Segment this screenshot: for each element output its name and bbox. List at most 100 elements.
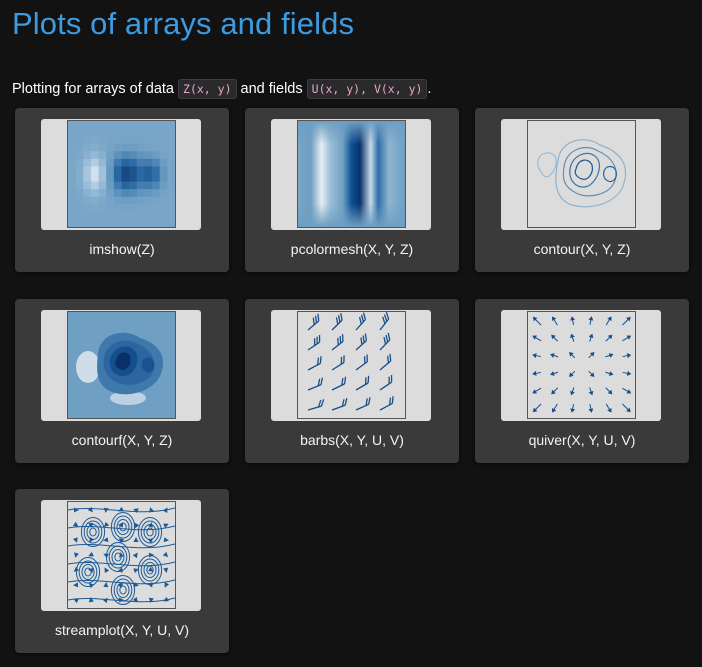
- imshow-pixel: [159, 204, 168, 213]
- imshow-pixel: [90, 136, 100, 145]
- imshow-pixel: [106, 158, 115, 167]
- caption-contour[interactable]: contour(X, Y, Z): [475, 241, 689, 257]
- caption-contourf[interactable]: contourf(X, Y, Z): [15, 432, 229, 448]
- thumbnail-barbs[interactable]: [271, 310, 431, 421]
- imshow-pixel: [167, 143, 175, 152]
- quiver-arrow: [552, 316, 558, 326]
- caption-barbs[interactable]: barbs(X, Y, U, V): [245, 432, 459, 448]
- stream-arrow: [163, 537, 169, 543]
- imshow-pixel: [152, 158, 161, 167]
- barbs-field: [307, 312, 394, 411]
- imshow-pixel: [106, 143, 115, 152]
- quiver-arrow: [551, 334, 559, 342]
- imshow-pixel: [167, 121, 175, 130]
- thumbnail-quiver[interactable]: [501, 310, 661, 421]
- imshow-pixel: [75, 211, 84, 220]
- imshow-pixel: [68, 211, 77, 220]
- imshow-pixel: [136, 151, 145, 160]
- imshow-pixel: [121, 128, 130, 137]
- imshow-pixel: [83, 181, 92, 190]
- imshow-pixel: [144, 128, 153, 137]
- imshow-pixel: [129, 189, 138, 198]
- imshow-pixel: [83, 211, 92, 220]
- imshow-pixel: [152, 196, 161, 205]
- imshow-pixel: [136, 166, 145, 175]
- quiver-arrow: [550, 353, 559, 358]
- gallery-card-barbs[interactable]: barbs(X, Y, U, V): [245, 299, 459, 463]
- imshow-pixel: [68, 136, 77, 145]
- barb: [307, 399, 325, 411]
- imshow-pixel: [83, 143, 92, 152]
- imshow-pixel: [75, 204, 84, 213]
- thumbnail-contour[interactable]: [501, 119, 661, 230]
- streamline: [75, 557, 101, 587]
- barbs-plot: [297, 311, 406, 419]
- quiver-arrow: [532, 335, 542, 342]
- imshow-pixel: [136, 121, 145, 130]
- imshow-pixel: [121, 181, 130, 190]
- imshow-pixel: [159, 128, 168, 137]
- imshow-pixel: [106, 189, 115, 198]
- gallery-card-contour[interactable]: contour(X, Y, Z): [475, 108, 689, 272]
- code-z: Z(x, y): [178, 78, 237, 99]
- thumbnail-imshow[interactable]: [41, 119, 201, 230]
- imshow-pixel: [152, 143, 161, 152]
- quiver-arrow: [532, 353, 541, 359]
- imshow-pixel: [129, 151, 138, 160]
- caption-pcolormesh[interactable]: pcolormesh(X, Y, Z): [245, 241, 459, 257]
- imshow-pixel: [121, 174, 130, 183]
- imshow-pixel: [159, 211, 168, 220]
- imshow-pixel: [129, 204, 138, 213]
- imshow-pixel: [167, 196, 175, 205]
- imshow-pixel: [83, 136, 92, 145]
- contour-lines: [537, 139, 627, 208]
- imshow-pixel: [152, 151, 161, 160]
- gallery-card-streamplot[interactable]: streamplot(X, Y, U, V): [15, 489, 229, 653]
- thumbnail-pcolormesh[interactable]: [271, 119, 431, 230]
- gallery-card-contourf[interactable]: contourf(X, Y, Z): [15, 299, 229, 463]
- thumbnail-streamplot[interactable]: [41, 500, 201, 611]
- imshow-pixel: [68, 143, 77, 152]
- streamline: [111, 549, 125, 565]
- imshow-pixel: [68, 174, 77, 183]
- streamline: [68, 543, 175, 549]
- imshow-pixel: [83, 166, 92, 175]
- imshow-pixel: [129, 128, 138, 137]
- imshow-pixel: [121, 189, 130, 198]
- gallery-card-imshow[interactable]: imshow(Z): [15, 108, 229, 272]
- imshow-pixel: [113, 121, 122, 130]
- imshow-pixel: [136, 174, 145, 183]
- caption-imshow[interactable]: imshow(Z): [15, 241, 229, 257]
- caption-quiver[interactable]: quiver(X, Y, U, V): [475, 432, 689, 448]
- stream-arrow: [118, 522, 124, 528]
- imshow-pixel: [129, 196, 138, 205]
- imshow-pixel: [152, 128, 161, 137]
- imshow-pixel: [68, 196, 77, 205]
- imshow-pixel: [136, 211, 145, 220]
- gallery-card-quiver[interactable]: quiver(X, Y, U, V): [475, 299, 689, 463]
- imshow-pixel: [129, 121, 138, 130]
- barb: [307, 356, 322, 371]
- imshow-pixel: [167, 204, 175, 213]
- quiver-arrow: [588, 352, 595, 359]
- thumbnail-contourf[interactable]: [41, 310, 201, 421]
- imshow-pixel: [83, 196, 92, 205]
- imshow-pixel: [75, 174, 84, 183]
- streamline: [137, 517, 163, 547]
- gallery-card-pcolormesh[interactable]: pcolormesh(X, Y, Z): [245, 108, 459, 272]
- imshow-pixel: [159, 196, 168, 205]
- quiver-arrow: [588, 387, 594, 396]
- imshow-pixel: [144, 158, 153, 167]
- imshow-pixel: [90, 166, 100, 175]
- imshow-pixel: [90, 189, 100, 198]
- imshow-pixel: [98, 196, 107, 205]
- quiver-arrow: [551, 387, 559, 395]
- code-uv: U(x, y), V(x, y): [306, 78, 428, 99]
- imshow-pixel: [121, 121, 130, 130]
- stream-arrow: [104, 567, 110, 573]
- stream-arrow: [103, 582, 109, 588]
- stream-arrow: [88, 597, 94, 603]
- stream-arrow: [103, 553, 109, 559]
- caption-streamplot[interactable]: streamplot(X, Y, U, V): [15, 622, 229, 638]
- barb: [331, 313, 343, 331]
